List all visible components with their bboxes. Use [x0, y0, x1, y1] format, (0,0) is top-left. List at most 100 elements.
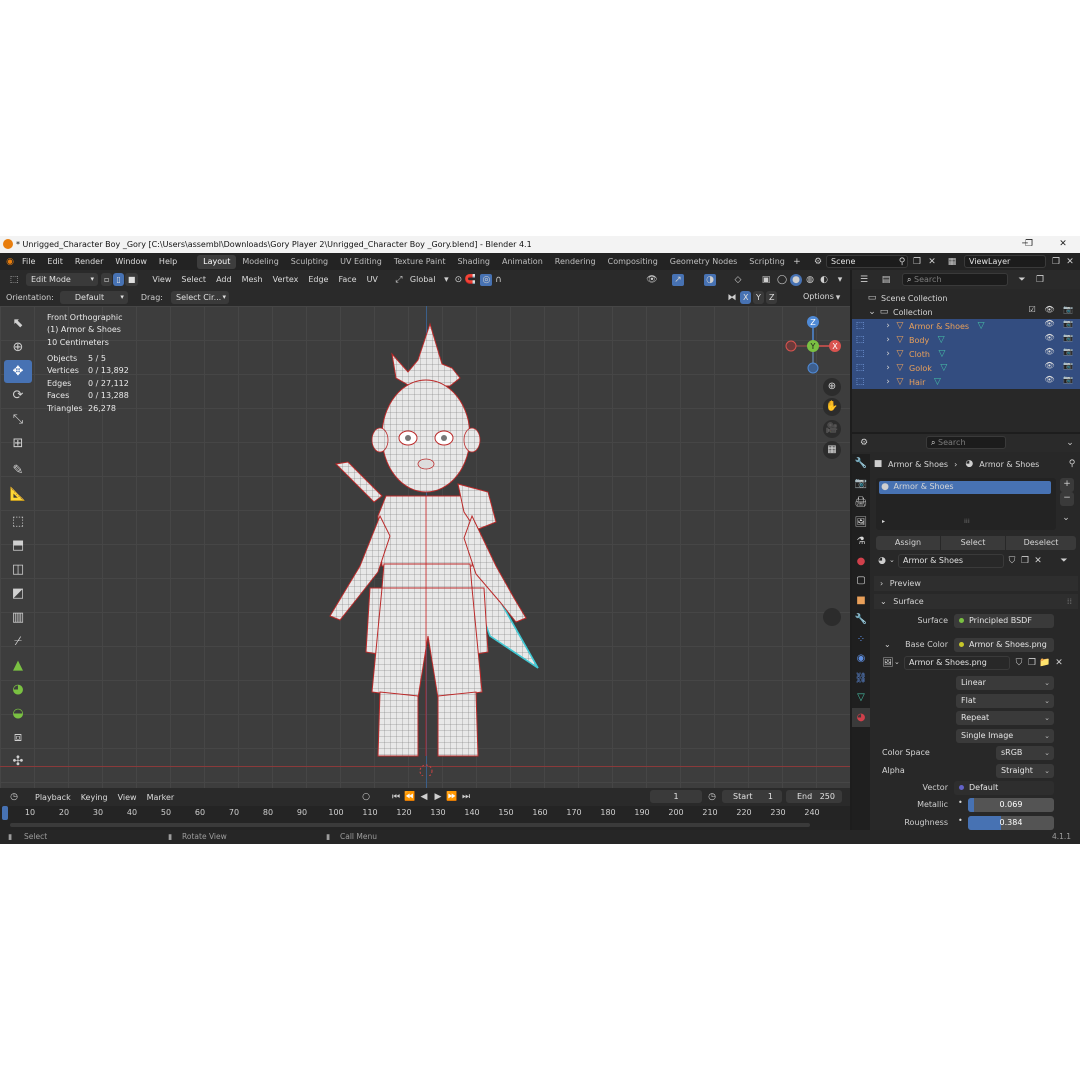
- current-frame-field[interactable]: 1: [650, 790, 702, 803]
- move-tool-icon[interactable]: ✥: [4, 360, 32, 383]
- menu-marker[interactable]: Marker: [142, 793, 180, 802]
- tab-geometry-nodes[interactable]: Geometry Nodes: [664, 255, 743, 269]
- edge-slide-tool-icon[interactable]: ⧈: [4, 726, 32, 749]
- jump-end-icon[interactable]: ⏭: [460, 791, 472, 803]
- display-mode-icon[interactable]: ▤: [880, 274, 892, 286]
- tab-rendering[interactable]: Rendering: [549, 255, 602, 269]
- mirror-z-toggle[interactable]: Z: [766, 291, 778, 304]
- outliner-search-input[interactable]: ⌕ Search: [902, 273, 1008, 286]
- material-browse-icon[interactable]: ◕: [876, 555, 888, 567]
- shading-options-icon[interactable]: ▾: [834, 274, 846, 286]
- tab-modeling[interactable]: Modeling: [236, 255, 284, 269]
- remove-slot-icon[interactable]: −: [1060, 492, 1074, 506]
- outliner-item-body[interactable]: ⬚ › ▽ Body ▽ 👁 📷: [852, 333, 1080, 347]
- menu-render[interactable]: Render: [69, 257, 109, 266]
- extrude-tool-icon[interactable]: ⬒: [4, 534, 32, 557]
- material-filter-icon[interactable]: ⏷: [1058, 555, 1070, 567]
- drag-dropdown[interactable]: Select Cir... ▾: [170, 291, 229, 304]
- playhead[interactable]: [2, 806, 8, 820]
- tab-scripting[interactable]: Scripting: [743, 255, 791, 269]
- timeline-ruler[interactable]: 10 20 30 40 50 60 70 80 90 100 110 120 130 140 150 160 1…: [0, 806, 850, 830]
- navigation-gizmo[interactable]: Z X Y: [782, 314, 844, 376]
- object-visibility[interactable]: 👁 📷: [1044, 333, 1076, 342]
- add-workspace-icon[interactable]: +: [791, 256, 803, 268]
- transform-orientation-dropdown[interactable]: Global: [405, 275, 441, 284]
- tab-compositing[interactable]: Compositing: [602, 255, 664, 269]
- select-button[interactable]: Select: [941, 536, 1005, 550]
- outliner-scene-collection[interactable]: ▭ Scene Collection: [852, 291, 1080, 305]
- object-visibility[interactable]: 👁 📷: [1044, 361, 1076, 370]
- pan-hand-icon[interactable]: ✋: [823, 398, 841, 416]
- outliner-editor-icon[interactable]: ☰: [858, 274, 870, 286]
- object-visibility[interactable]: 👁 📷: [1044, 375, 1076, 384]
- physics-tab-icon[interactable]: ◉: [852, 649, 870, 669]
- overlay-toggle-icon[interactable]: ◑: [704, 274, 716, 286]
- object-tab-icon[interactable]: ■: [852, 591, 870, 611]
- image-browse-icon[interactable]: 🖼: [882, 657, 894, 669]
- outliner-item-golok[interactable]: ⬚ › ▽ Golok ▽ 👁 📷: [852, 361, 1080, 375]
- zoom-icon[interactable]: [823, 608, 841, 626]
- menu-keying[interactable]: Keying: [76, 793, 113, 802]
- material-shading-icon[interactable]: ◍: [804, 274, 816, 286]
- blender-menu-icon[interactable]: ◉: [4, 256, 16, 268]
- measure-tool-icon[interactable]: 📐: [4, 483, 32, 506]
- tab-uv-editing[interactable]: UV Editing: [334, 255, 388, 269]
- metallic-slider[interactable]: 0.069: [968, 798, 1054, 812]
- source-dropdown[interactable]: Single Image ⌄: [956, 729, 1054, 743]
- chevron-down-icon[interactable]: ⌄: [866, 306, 878, 318]
- alpha-dropdown[interactable]: Straight ⌄: [996, 764, 1054, 778]
- mirror-y-toggle[interactable]: Y: [753, 291, 764, 304]
- color-space-dropdown[interactable]: sRGB ⌄: [996, 746, 1054, 760]
- timeline-editor-icon[interactable]: ◷: [8, 791, 20, 803]
- material-name-field[interactable]: Armor & Shoes: [898, 554, 1004, 568]
- xray-icon[interactable]: ▣: [760, 274, 772, 286]
- tab-layout[interactable]: Layout: [197, 254, 237, 269]
- visibility-icon[interactable]: 👁: [646, 274, 658, 286]
- maximize-button[interactable]: ❐: [1012, 236, 1046, 253]
- view-layer-tab-icon[interactable]: 🖼: [852, 513, 870, 533]
- fake-user-icon[interactable]: ⛉: [1013, 657, 1025, 669]
- knife-tool-icon[interactable]: ⌿: [4, 630, 32, 653]
- new-collection-icon[interactable]: ❐: [1034, 274, 1046, 286]
- spin-tool-icon[interactable]: ◕: [4, 678, 32, 701]
- menu-mesh[interactable]: Mesh: [237, 275, 268, 284]
- falloff-icon[interactable]: ∩: [492, 274, 504, 286]
- inset-tool-icon[interactable]: ◫: [4, 558, 32, 581]
- menu-vertex[interactable]: Vertex: [268, 275, 304, 284]
- object-visibility[interactable]: 👁 📷: [1044, 319, 1076, 328]
- render-tab-icon[interactable]: 📷: [852, 474, 870, 494]
- collection-tab-icon[interactable]: ▢: [852, 571, 870, 591]
- base-color-input[interactable]: Armor & Shoes.png: [954, 638, 1054, 652]
- preview-range-icon[interactable]: ◷: [706, 791, 718, 803]
- close-button[interactable]: ✕: [1046, 236, 1080, 253]
- orientation-dropdown[interactable]: Default ▾: [59, 291, 128, 304]
- smooth-tool-icon[interactable]: ◒: [4, 702, 32, 725]
- new-scene-icon[interactable]: ❐: [911, 256, 923, 268]
- menu-view[interactable]: View: [147, 275, 176, 284]
- menu-file[interactable]: File: [16, 257, 41, 266]
- scale-tool-icon[interactable]: ⤡: [4, 408, 32, 431]
- particles-tab-icon[interactable]: ⁘: [852, 630, 870, 650]
- output-tab-icon[interactable]: 🖨: [852, 493, 870, 513]
- list-resize-handle[interactable]: ⁞⁞⁞: [964, 518, 970, 525]
- slot-specials-icon[interactable]: ⌄: [1060, 512, 1072, 524]
- cursor-tool-icon[interactable]: ⊕: [4, 336, 32, 359]
- timeline-scrollbar[interactable]: [10, 823, 810, 827]
- menu-face[interactable]: Face: [333, 275, 361, 284]
- material-slot[interactable]: ● Armor & Shoes: [879, 481, 1051, 494]
- solid-shading-icon[interactable]: ●: [790, 274, 802, 286]
- proportional-edit-icon[interactable]: ◎: [480, 273, 493, 286]
- start-frame-field[interactable]: Start 1: [722, 790, 782, 803]
- open-image-icon[interactable]: 📁: [1039, 657, 1051, 669]
- tab-shading[interactable]: Shading: [451, 255, 496, 269]
- annotate-tool-icon[interactable]: ✎: [4, 459, 32, 482]
- play-reverse-icon[interactable]: ◀: [418, 791, 430, 803]
- shrink-fatten-tool-icon[interactable]: ✣: [4, 750, 32, 773]
- chevron-right-icon[interactable]: ›: [882, 362, 894, 374]
- tab-sculpting[interactable]: Sculpting: [285, 255, 334, 269]
- editor-type-icon[interactable]: ⬚: [8, 274, 20, 286]
- menu-timeline-view[interactable]: View: [113, 793, 142, 802]
- edit-mode-icon[interactable]: ⬚: [854, 376, 866, 388]
- 3d-viewport[interactable]: ⬉ ⊕ ✥ ⟳ ⤡ ⊞ ✎ 📐 ⬚ ⬒ ◫ ◩ ▥ ⌿ ▲ ◕ ◒ ⧈ ✣ Fr…: [0, 306, 850, 788]
- duplicate-material-icon[interactable]: ❐: [1019, 555, 1031, 567]
